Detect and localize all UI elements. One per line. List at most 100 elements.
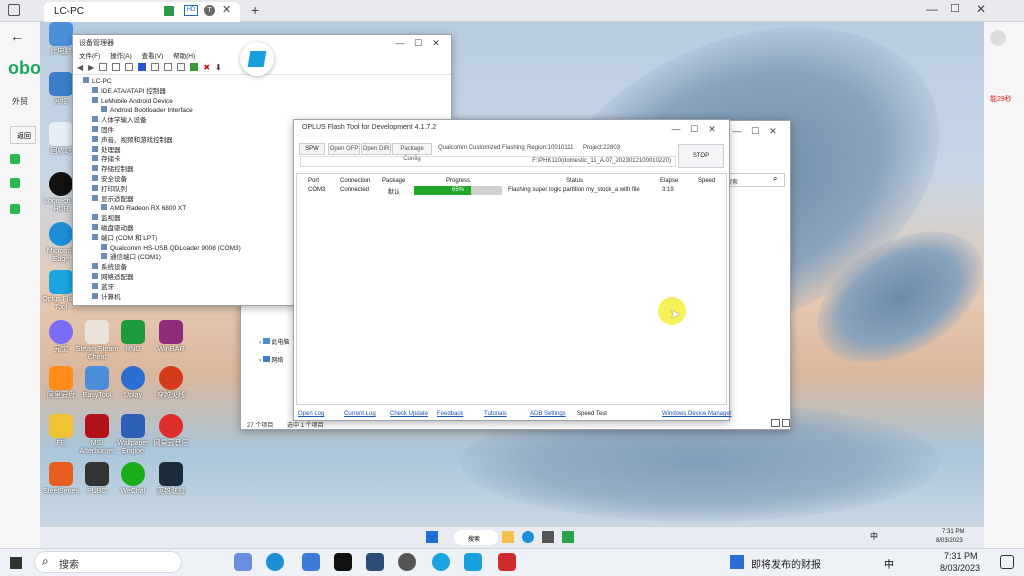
maximize-icon[interactable]: ☐ xyxy=(950,2,960,15)
desktop-icon-netease[interactable]: 网易云音乐 xyxy=(148,414,194,448)
menu-action[interactable]: 操作(A) xyxy=(110,53,132,60)
add-icon[interactable] xyxy=(190,63,199,71)
device-tree-item[interactable]: LeMobile Android Device xyxy=(79,96,445,107)
desktop-icon-winrar[interactable]: WinRAR xyxy=(148,320,194,354)
device-icon xyxy=(92,184,98,191)
list-icon[interactable] xyxy=(125,63,134,71)
edge-icon[interactable] xyxy=(522,531,534,543)
start-icon[interactable] xyxy=(10,557,22,569)
device-tree-label: Qualcomm HS-USB QDLoader 9008 (COM3) xyxy=(110,244,241,252)
nav-item-network[interactable]: › 网络 xyxy=(259,355,283,364)
app-icon[interactable] xyxy=(302,553,320,571)
view-icon[interactable] xyxy=(112,63,121,71)
minimize-icon[interactable]: — xyxy=(926,2,938,16)
column-header[interactable]: Elapse xyxy=(660,178,678,184)
device-tree-item[interactable]: LC-PC xyxy=(79,77,445,87)
close-icon[interactable]: ✕ xyxy=(764,126,782,137)
stop-button[interactable]: STOP xyxy=(678,144,724,168)
app-icon[interactable] xyxy=(498,553,516,571)
hd-icon[interactable]: HD xyxy=(184,5,198,16)
app-icon[interactable] xyxy=(234,553,252,571)
browser-tab-active[interactable]: LC-PC HD T ✕ xyxy=(44,2,240,22)
clock-date[interactable]: 8/03/2023 xyxy=(940,563,980,573)
settings-icon[interactable] xyxy=(398,553,416,571)
clock-time[interactable]: 7:31 PM xyxy=(944,551,978,561)
flash-tool-floating-icon[interactable] xyxy=(240,42,274,76)
open-dir-button[interactable]: Open DIR xyxy=(361,143,391,155)
spw-button[interactable]: SPW xyxy=(299,143,325,155)
menu-view[interactable]: 查看(V) xyxy=(142,53,164,60)
footer-link[interactable]: ADB Settings xyxy=(530,411,566,417)
monitor-icon[interactable] xyxy=(177,63,186,71)
taskbar-search[interactable]: 搜索 xyxy=(34,551,182,573)
desktop-icon-lol[interactable]: 英雄联盟 xyxy=(148,462,194,496)
explorer-icon[interactable] xyxy=(502,531,514,543)
check-icon[interactable] xyxy=(10,178,20,188)
news-text[interactable]: 即将发布的财报 xyxy=(751,556,821,571)
back-arrow-icon[interactable]: ← xyxy=(10,28,24,44)
footer-link[interactable]: Check Update xyxy=(390,411,428,417)
footer-link[interactable]: Feedback xyxy=(437,411,463,417)
device-tree-item[interactable]: Android Bootloader Interface xyxy=(79,106,445,116)
menu-help[interactable]: 帮助(H) xyxy=(173,53,195,60)
device-tree-item[interactable]: IDE ATA/ATAPI 控制器 xyxy=(79,86,445,97)
update-driver-icon[interactable] xyxy=(151,63,160,71)
path-field[interactable]: F:\PHK110(domestic_11_A.07_2023012100010… xyxy=(300,156,676,167)
column-header[interactable]: Package xyxy=(382,178,405,184)
flash-tool-icon[interactable] xyxy=(464,553,482,571)
app-icon[interactable] xyxy=(432,553,450,571)
maximize-icon[interactable]: ☐ xyxy=(685,124,703,135)
menu-file[interactable]: 文件(F) xyxy=(79,53,100,60)
close-icon[interactable]: ✕ xyxy=(427,38,445,49)
outer-back-button[interactable]: 返回 xyxy=(10,126,36,144)
minimize-icon[interactable]: — xyxy=(391,38,409,48)
tiktok-icon[interactable] xyxy=(334,553,352,571)
window-menu-icon[interactable] xyxy=(8,4,20,16)
check-icon[interactable] xyxy=(10,154,20,164)
minimize-icon[interactable]: — xyxy=(728,126,746,136)
flash-tool-icon[interactable] xyxy=(562,531,574,543)
column-header[interactable]: Connection xyxy=(340,178,370,184)
column-header[interactable]: Port xyxy=(308,178,319,184)
details-view-icon[interactable] xyxy=(771,419,780,427)
close-tab-icon[interactable]: ✕ xyxy=(222,3,231,16)
tiles-view-icon[interactable] xyxy=(782,419,790,427)
properties-icon[interactable] xyxy=(99,63,108,71)
footer-link[interactable]: Speed Test xyxy=(577,411,607,417)
footer-link[interactable]: Tutorials xyxy=(484,411,507,417)
start-icon[interactable] xyxy=(426,531,438,543)
ime-indicator[interactable]: 中 xyxy=(870,531,878,542)
footer-link[interactable]: Open Log xyxy=(298,411,324,417)
nav-item-this-pc[interactable]: › 此电脑 xyxy=(259,337,289,346)
check-icon[interactable] xyxy=(10,204,20,214)
edge-icon[interactable] xyxy=(266,553,284,571)
desktop-icon-cf[interactable]: 穿越火线 xyxy=(148,366,194,400)
open-ofp-button[interactable]: Open OFP xyxy=(328,143,360,155)
new-tab-icon[interactable]: + xyxy=(251,2,259,18)
minimize-icon[interactable]: — xyxy=(667,124,685,134)
notification-icon[interactable] xyxy=(1000,555,1014,569)
translate-icon[interactable]: T xyxy=(204,5,215,16)
scan-icon[interactable] xyxy=(164,63,173,71)
maximize-icon[interactable]: ☐ xyxy=(409,38,427,49)
footer-link[interactable]: Windows Device Manager xyxy=(662,411,732,417)
download-icon[interactable]: ⬇ xyxy=(215,63,222,72)
remove-icon[interactable]: ✖ xyxy=(203,63,210,72)
inner-search[interactable]: 搜索 xyxy=(454,530,498,545)
column-header[interactable]: Status xyxy=(566,178,583,184)
forward-icon[interactable]: ▶ xyxy=(88,63,94,72)
footer-link[interactable]: Current Log xyxy=(344,411,376,417)
help-icon[interactable] xyxy=(138,63,147,71)
back-icon[interactable]: ◀ xyxy=(77,63,83,72)
column-header[interactable]: Progress xyxy=(446,178,470,184)
app-icon[interactable] xyxy=(542,531,554,543)
package-config-button[interactable]: Package Config xyxy=(392,143,432,162)
camera-icon[interactable] xyxy=(366,553,384,571)
news-icon[interactable] xyxy=(730,555,744,569)
close-icon[interactable]: ✕ xyxy=(703,124,721,135)
column-header[interactable]: Speed xyxy=(698,178,715,184)
ime-indicator[interactable]: 中 xyxy=(884,556,894,571)
maximize-icon[interactable]: ☐ xyxy=(746,126,764,137)
avatar-icon[interactable] xyxy=(990,30,1006,46)
close-icon[interactable]: ✕ xyxy=(976,2,986,16)
